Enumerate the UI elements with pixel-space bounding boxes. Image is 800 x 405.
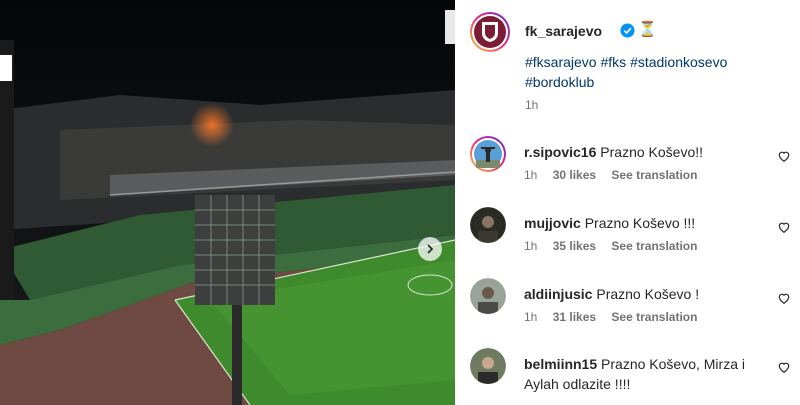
comment-username[interactable]: r.sipovic16 — [524, 144, 596, 160]
comment-username[interactable]: belmiinn15 — [524, 356, 597, 372]
comment-text: belmiinn15 Prazno Koševo, Mirza i Aylah … — [524, 354, 764, 394]
post-header: fk_sarajevo ⏳ — [470, 12, 790, 52]
comment-message: Prazno Koševo !!! — [584, 215, 696, 231]
comment-username[interactable]: aldiinjusic — [524, 286, 592, 302]
post-username[interactable]: fk_sarajevo — [525, 23, 602, 39]
avatar[interactable] — [470, 278, 506, 314]
comment-meta: 1h 35 likes See translation — [524, 239, 709, 253]
verified-badge-icon — [620, 23, 635, 38]
comment-username[interactable]: mujjovic — [524, 215, 581, 231]
comment: mujjovic Prazno Koševo !!! 1h 35 likes S… — [470, 207, 795, 259]
hourglass-emoji: ⏳ — [638, 21, 657, 38]
comment-text: mujjovic Prazno Koševo !!! — [524, 213, 764, 233]
comment-text: r.sipovic16 Prazno Koševo!! — [524, 142, 764, 162]
post-caption: #fksarajevo #fks #stadionkosevo #bordokl… — [525, 52, 775, 92]
avatar[interactable] — [470, 207, 506, 243]
heart-icon[interactable] — [777, 220, 791, 234]
see-translation-link[interactable]: See translation — [611, 310, 697, 324]
next-photo-button[interactable] — [418, 237, 442, 261]
heart-icon[interactable] — [777, 291, 791, 305]
heart-icon[interactable] — [777, 149, 791, 163]
comment-time: 1h — [524, 168, 538, 182]
hashtag[interactable]: #fks — [600, 54, 626, 70]
comment-time: 1h — [524, 239, 538, 253]
avatar[interactable] — [470, 136, 506, 172]
comment-message: Prazno Koševo ! — [596, 286, 700, 302]
chevron-right-icon — [427, 244, 434, 254]
comment-meta: 1h 31 likes See translation — [524, 310, 709, 324]
stadium-image — [0, 0, 455, 405]
club-logo-icon — [474, 16, 506, 48]
hashtag[interactable]: #bordoklub — [525, 74, 594, 90]
comment-time: 1h — [524, 310, 538, 324]
comment-text: aldiinjusic Prazno Koševo ! — [524, 284, 764, 304]
hashtag[interactable]: #stadionkosevo — [630, 54, 727, 70]
see-translation-link[interactable]: See translation — [611, 168, 697, 182]
post-panel: fk_sarajevo ⏳ #fksarajevo #fks #stadionk… — [455, 0, 800, 405]
hashtag[interactable]: #fksarajevo — [525, 54, 597, 70]
heart-icon[interactable] — [777, 360, 791, 374]
likes-count[interactable]: 30 likes — [553, 168, 596, 182]
comment: aldiinjusic Prazno Koševo ! 1h 31 likes … — [470, 278, 795, 330]
avatar[interactable] — [470, 348, 506, 384]
account-avatar[interactable] — [470, 12, 510, 52]
see-translation-link[interactable]: See translation — [611, 239, 697, 253]
comment: r.sipovic16 Prazno Koševo!! 1h 30 likes … — [470, 136, 795, 188]
post-photo — [0, 0, 455, 405]
post-timestamp: 1h — [525, 98, 539, 112]
likes-count[interactable]: 35 likes — [553, 239, 596, 253]
comment-message: Prazno Koševo!! — [600, 144, 704, 160]
comment-meta: 1h 30 likes See translation — [524, 168, 709, 182]
comment: belmiinn15 Prazno Koševo, Mirza i Aylah … — [470, 348, 795, 405]
likes-count[interactable]: 31 likes — [553, 310, 596, 324]
